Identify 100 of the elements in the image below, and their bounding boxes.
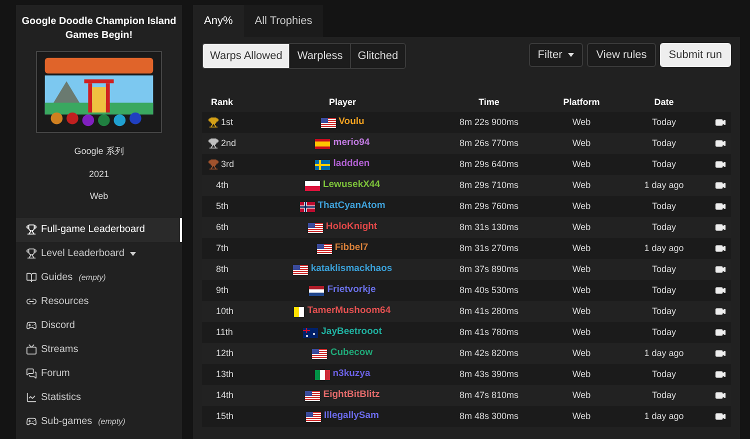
column-header: Rank (210, 96, 234, 109)
tab[interactable]: All Trophies (244, 5, 324, 37)
nav-label: Resources (41, 295, 89, 309)
flag-icon (294, 306, 304, 316)
player-link[interactable]: laddden (333, 157, 370, 172)
video-icon[interactable] (714, 348, 726, 359)
time-cell: 8m 47s 810ms (459, 390, 519, 400)
player-link[interactable]: Frietvorkje (327, 283, 376, 298)
video-icon[interactable] (714, 138, 726, 149)
video-icon[interactable] (714, 243, 726, 254)
player-link[interactable]: ThatCyanAtom (318, 199, 386, 214)
table-row[interactable]: 5th ThatCyanAtom 8m 29s 760ms Web Today (202, 196, 731, 217)
column-header: Date (653, 96, 675, 109)
video-icon[interactable] (714, 327, 726, 338)
video-icon[interactable] (714, 390, 726, 401)
nav-item[interactable]: Resources (16, 290, 182, 314)
player-link[interactable]: HoloKnight (326, 220, 378, 235)
player-link[interactable]: EightBitBlitz (323, 388, 380, 403)
date-cell: Today (652, 284, 676, 295)
table-row[interactable]: 3rd laddden 8m 29s 640ms Web Today (202, 154, 731, 175)
platform-cell: Web (572, 348, 591, 358)
video-icon[interactable] (714, 369, 726, 380)
nav-item[interactable]: Discord (16, 314, 182, 338)
tab[interactable]: Any% (193, 5, 244, 37)
video-icon[interactable] (714, 222, 726, 233)
rank-cell-text: 5th (216, 200, 229, 213)
table-row[interactable]: 11th JayBeetrooot 8m 41s 780ms Web Today (202, 322, 731, 343)
table-row[interactable]: 9th Frietvorkje 8m 40s 530ms Web Today (202, 280, 731, 301)
player-link[interactable]: IllegallySam (324, 409, 379, 424)
player-link[interactable]: JayBeetrooot (321, 325, 382, 340)
player-link[interactable]: LewusekX44 (322, 178, 380, 193)
table-row[interactable]: 15th IllegallySam 8m 48s 300ms Web 1 day ago (202, 406, 731, 427)
nav-item[interactable]: Streams (16, 338, 182, 362)
filter-button[interactable]: Filter (528, 43, 584, 67)
player-link[interactable]: merio94 (333, 136, 370, 151)
table-row[interactable]: 7th Fibbel7 8m 31s 270ms Web 1 day ago (202, 238, 731, 259)
flag-icon (306, 412, 322, 422)
player-link[interactable]: n3kuzya (332, 367, 370, 382)
video-icon[interactable] (714, 117, 726, 128)
player-link[interactable]: TamerMushoom64 (307, 304, 391, 319)
nav-label: Guides (41, 271, 73, 285)
flag-icon (309, 286, 324, 296)
platform-cell: Web (572, 158, 591, 169)
rank-cell-text: 10th (216, 304, 234, 318)
platform-cell: Web (572, 222, 591, 232)
date-cell: 1 day ago (644, 348, 684, 358)
nav-item[interactable]: Statistics (16, 386, 182, 410)
video-icon[interactable] (714, 180, 726, 191)
table-row[interactable]: 1st Voulu 8m 22s 900ms Web Today (202, 112, 731, 133)
date-cell: 1 day ago (644, 242, 684, 253)
nav-label: Discord (41, 319, 75, 333)
video-icon[interactable] (714, 411, 726, 422)
player-link[interactable]: kataklismackhaos (310, 262, 392, 277)
rank-cell-text: 14th (216, 388, 234, 402)
trophy-icon (208, 117, 219, 128)
platform-cell: Web (572, 116, 591, 127)
player-link[interactable]: Cubecow (330, 346, 373, 361)
platform-cell: Web (572, 180, 591, 190)
time-cell: 8m 31s 130ms (459, 222, 519, 232)
variant-button[interactable]: Glitched (350, 44, 406, 68)
date-cell: 1 day ago (644, 180, 684, 190)
date-cell: Today (652, 264, 676, 274)
flag-icon (304, 180, 320, 190)
chart-icon (26, 392, 37, 403)
game-year: 2021 (88, 168, 110, 180)
rules-button[interactable]: View rules (587, 43, 656, 67)
platform-cell: Web (572, 284, 591, 295)
link-icon (26, 296, 37, 307)
table-row[interactable]: 13th n3kuzya 8m 43s 390ms Web Today (202, 364, 731, 385)
submit-button[interactable]: Submit run (660, 43, 731, 67)
nav-item[interactable]: Sub-games (empty) (16, 410, 182, 434)
nav-item[interactable]: Full-game Leaderboard (16, 218, 182, 242)
video-icon[interactable] (714, 201, 726, 212)
gamepad-icon (26, 416, 37, 427)
nav-item[interactable]: Guides (empty) (16, 266, 182, 290)
video-icon[interactable] (714, 285, 726, 296)
date-cell: Today (652, 158, 676, 169)
variant-button[interactable]: Warps Allowed (203, 44, 290, 68)
video-icon[interactable] (714, 306, 726, 317)
rank-cell-text: 12th (216, 346, 234, 360)
time-cell: 8m 29s 710ms (459, 180, 519, 190)
flag-icon (303, 328, 318, 338)
platform-cell: Web (572, 410, 591, 421)
time-cell: 8m 29s 640ms (459, 158, 519, 169)
flag-icon (320, 118, 336, 128)
flag-icon (315, 138, 330, 148)
trophy-icon (26, 248, 37, 259)
nav-item[interactable]: Forum (16, 362, 182, 386)
flag-icon (315, 160, 330, 170)
date-cell: Today (652, 326, 676, 337)
column-header: Player (328, 96, 358, 109)
game-title: Google Doodle Champion Island Games Begin! (20, 15, 178, 43)
date-cell: Today (652, 390, 676, 400)
column-header: Platform (562, 96, 601, 109)
video-icon[interactable] (714, 159, 726, 170)
variant-button[interactable]: Warpless (289, 44, 350, 68)
nav-item[interactable]: Level Leaderboard (16, 242, 182, 266)
player-link[interactable]: Voulu (338, 115, 364, 130)
player-link[interactable]: Fibbel7 (334, 241, 368, 256)
video-icon[interactable] (714, 264, 726, 275)
